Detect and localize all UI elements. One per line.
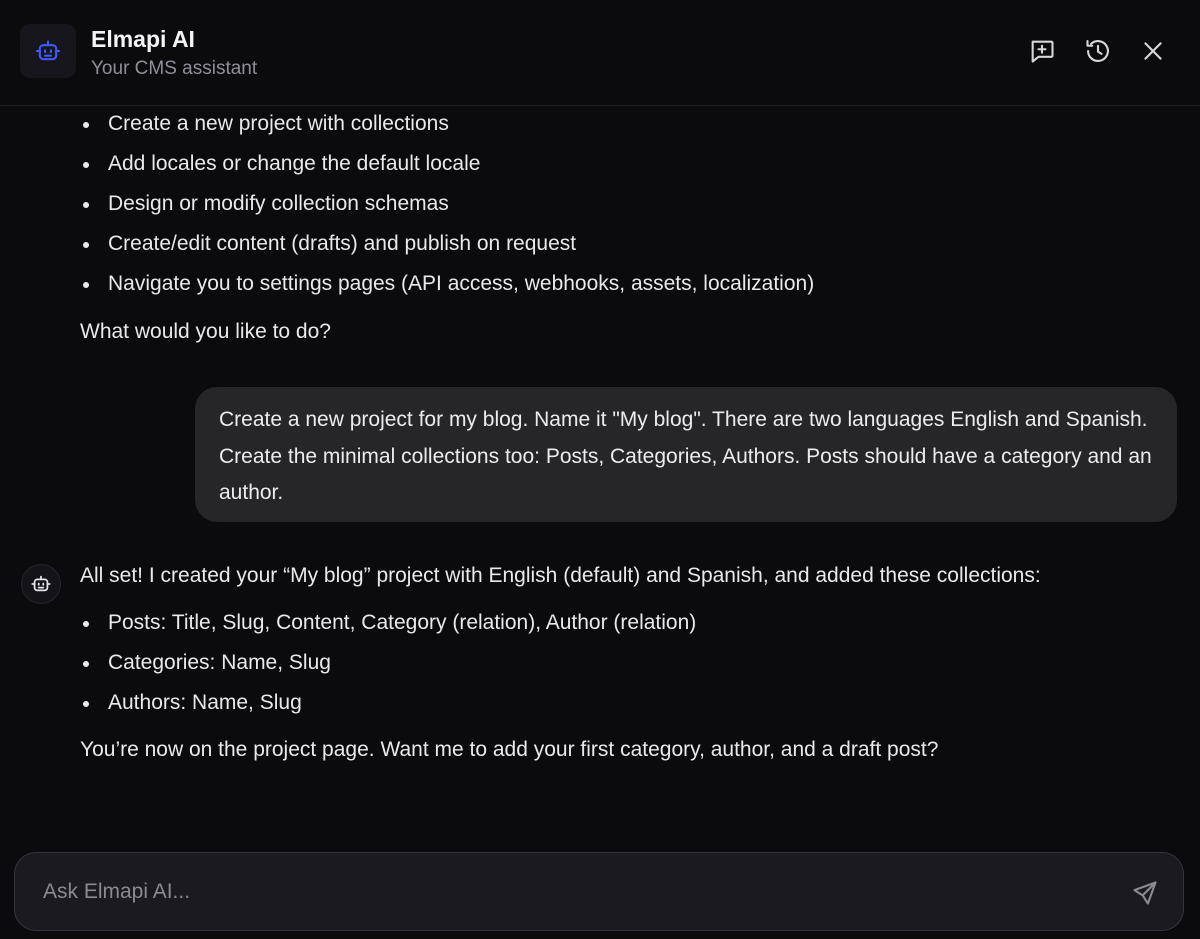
chat-input[interactable] [43, 873, 1103, 911]
send-button[interactable] [1127, 875, 1163, 911]
list-item: Add locales or change the default locale [80, 150, 814, 178]
new-chat-button[interactable] [1025, 34, 1059, 68]
assistant-reply-outro: You’re now on the project page. Want me … [80, 738, 939, 761]
list-item: Create a new project with collections [80, 110, 814, 138]
robot-icon [31, 575, 51, 592]
assistant-capabilities-list: Create a new project with collections Ad… [80, 110, 814, 310]
user-message-text: Create a new project for my blog. Name i… [219, 408, 1152, 504]
close-button[interactable] [1136, 34, 1170, 68]
list-item: Design or modify collection schemas [80, 190, 814, 218]
history-button[interactable] [1081, 34, 1115, 68]
list-item: Navigate you to settings pages (API acce… [80, 270, 814, 298]
collections-list: Posts: Title, Slug, Content, Category (r… [80, 609, 696, 729]
assistant-title: Elmapi AI [91, 26, 195, 52]
assistant-reply-intro: All set! I created your “My blog” projec… [80, 564, 1041, 587]
list-item: Authors: Name, Slug [80, 689, 696, 717]
history-icon [1086, 40, 1109, 62]
assistant-panel: Elmapi AI Your CMS assistant Create a ne… [0, 0, 1200, 939]
send-icon [1133, 881, 1157, 905]
close-icon [1144, 42, 1162, 60]
list-item: Categories: Name, Slug [80, 649, 696, 677]
robot-icon [20, 24, 76, 78]
user-message-bubble: Create a new project for my blog. Name i… [195, 387, 1177, 522]
assistant-question: What would you like to do? [80, 320, 331, 343]
bot-avatar [21, 564, 61, 604]
list-item: Create/edit content (drafts) and publish… [80, 230, 814, 258]
panel-header: Elmapi AI Your CMS assistant [0, 0, 1200, 106]
chat-composer [14, 852, 1184, 931]
new-chat-icon [1031, 40, 1054, 63]
list-item: Posts: Title, Slug, Content, Category (r… [80, 609, 696, 637]
message-list[interactable]: Create a new project with collections Ad… [0, 107, 1200, 845]
assistant-subtitle: Your CMS assistant [91, 58, 258, 79]
